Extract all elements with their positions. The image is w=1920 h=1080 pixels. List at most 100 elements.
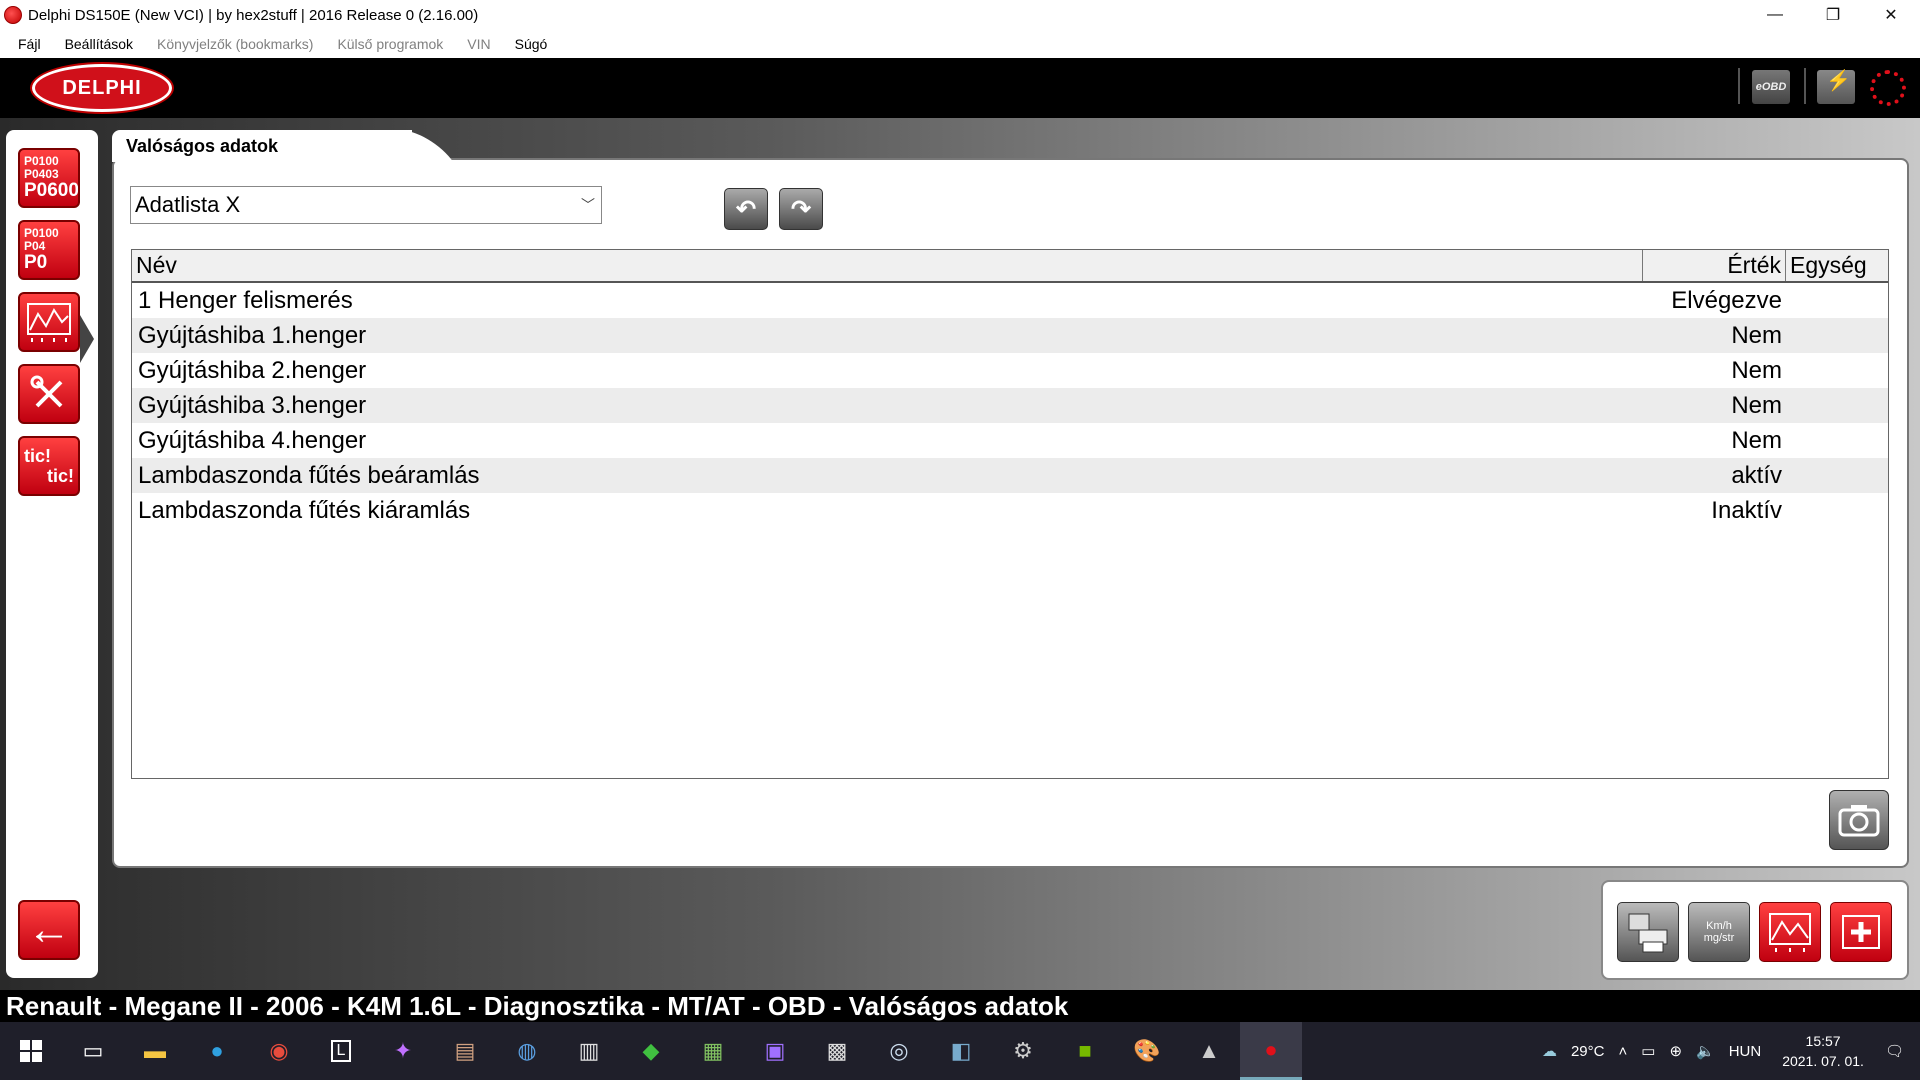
live-data-button[interactable] [18, 292, 80, 352]
back-button[interactable]: ← [18, 900, 80, 960]
tictic-button[interactable]: tic! tic! [18, 436, 80, 496]
notification-icon[interactable]: 🗨 [1885, 1042, 1904, 1060]
app-grid-icon[interactable]: ▩ [806, 1022, 868, 1080]
task-view-icon[interactable]: ▭ [62, 1022, 124, 1080]
maximize-button[interactable]: ❐ [1804, 0, 1862, 30]
dtc-read-button[interactable]: P0100 P0403 P0600 [18, 148, 80, 208]
units-button[interactable]: Km/h mg/str [1688, 902, 1750, 962]
paint-icon[interactable]: 🎨 [1116, 1022, 1178, 1080]
header-separator [1804, 68, 1806, 104]
cell-name: Gyújtáshiba 3.henger [138, 391, 367, 419]
printer-icon [1628, 913, 1668, 953]
weather-temp[interactable]: 29°C [1571, 1043, 1605, 1060]
menu-bookmarks[interactable]: Könyvjelzők (bookmarks) [157, 36, 313, 52]
weather-icon[interactable]: ☁ [1542, 1042, 1557, 1060]
column-header-unit[interactable]: Egység [1786, 250, 1888, 281]
clock-time: 15:57 [1805, 1033, 1841, 1049]
menu-help[interactable]: Súgó [515, 36, 548, 52]
menu-bar: Fájl Beállítások Könyvjelzők (bookmarks)… [0, 30, 1920, 58]
app-board-icon[interactable]: ▦ [682, 1022, 744, 1080]
edge-browser-icon[interactable]: ● [186, 1022, 248, 1080]
window-title: Delphi DS150E (New VCI) | by hex2stuff |… [28, 6, 479, 24]
table-row[interactable]: Gyújtáshiba 2.henger Nem [132, 353, 1888, 388]
menu-file[interactable]: Fájl [18, 36, 41, 52]
minimize-button[interactable]: — [1746, 0, 1804, 30]
app-document-icon[interactable]: ▤ [434, 1022, 496, 1080]
tab-live-data[interactable]: Valóságos adatok [112, 130, 412, 162]
cell-value: Nem [1731, 426, 1782, 454]
app-colorful-icon[interactable]: ✦ [372, 1022, 434, 1080]
cell-name: Lambdaszonda fűtés kiáramlás [138, 496, 471, 524]
delphi-logo: DELPHI [32, 64, 172, 112]
app-blue-icon[interactable]: ◧ [930, 1022, 992, 1080]
close-button[interactable]: ✕ [1862, 0, 1920, 30]
tictic-icon: tic! tic! [20, 446, 78, 486]
header-separator [1738, 68, 1740, 104]
live-data-gauge-icon [27, 303, 71, 342]
table-row[interactable]: Lambdaszonda fűtés kiáramlás Inaktív [132, 493, 1888, 528]
wrench-screwdriver-icon [30, 375, 63, 408]
data-list-select[interactable]: Adatlista X ﹀ [130, 186, 602, 224]
menu-external-programs[interactable]: Külső programok [337, 36, 443, 52]
qbittorrent-icon[interactable]: ◍ [496, 1022, 558, 1080]
table-row[interactable]: Gyújtáshiba 4.henger Nem [132, 423, 1888, 458]
windows-taskbar: ▭ ▬ ● ◉ L ✦ ▤ ◍ ▥ ◆ ▦ ▣ ▩ ◎ ◧ ⚙ ■ 🎨 ▲ ● … [0, 1022, 1920, 1080]
left-sidebar: P0100 P0403 P0600 P0100 P04 P0 tic! tic!… [6, 130, 98, 978]
units-icon: Km/h mg/str [1703, 920, 1735, 944]
battery-tray-icon[interactable]: ▭ [1641, 1042, 1655, 1060]
menu-vin[interactable]: VIN [467, 36, 490, 52]
status-bar: Renault - Megane II - 2006 - K4M 1.6L - … [0, 990, 1920, 1022]
print-save-button[interactable] [1617, 902, 1679, 962]
chevron-up-icon[interactable]: ˄ [1618, 1043, 1627, 1060]
eobd-icon[interactable]: eOBD [1752, 70, 1790, 104]
chrome-browser-icon[interactable]: ◉ [248, 1022, 310, 1080]
charging-bolt-icon: ⚡ [1826, 70, 1851, 92]
app-robot-icon[interactable]: ⚙ [992, 1022, 1054, 1080]
clock[interactable]: 15:57 2021. 07. 01. [1782, 1031, 1864, 1071]
cell-name: Gyújtáshiba 2.henger [138, 356, 367, 384]
start-icon[interactable] [0, 1022, 62, 1080]
system-tray: ☁ 29°C ˄ ▭ ⊕ 🔈 HUN 15:57 2021. 07. 01. 🗨 [1535, 1022, 1920, 1080]
dtc-codes-icon: P0100 P0403 P0600 [20, 155, 78, 201]
dtc-clear-button[interactable]: P0100 P04 P0 [18, 220, 80, 280]
cell-value: Nem [1731, 391, 1782, 419]
cell-value: Inaktív [1711, 496, 1782, 524]
table-row[interactable]: Gyújtáshiba 1.henger Nem [132, 318, 1888, 353]
cell-name: 1 Henger felismerés [138, 286, 353, 314]
snapshot-button[interactable] [1829, 790, 1889, 850]
dtc-code-label: P0 [24, 252, 48, 273]
app-green-icon[interactable]: ◆ [620, 1022, 682, 1080]
cell-value: Nem [1731, 356, 1782, 384]
speaker-icon[interactable]: 🔈 [1696, 1042, 1715, 1060]
steam-icon[interactable]: ◎ [868, 1022, 930, 1080]
globe-icon[interactable]: ⊕ [1669, 1042, 1682, 1060]
app-l-icon[interactable]: L [310, 1022, 372, 1080]
column-header-value[interactable]: Érték [1643, 250, 1786, 281]
delphi-taskbar-icon[interactable]: ● [1240, 1022, 1302, 1080]
column-header-name[interactable]: Név [132, 250, 1643, 281]
camera-icon [1838, 805, 1880, 837]
title-bar: Delphi DS150E (New VCI) | by hex2stuff |… [0, 0, 1920, 30]
vehicle-status-text: Renault - Megane II - 2006 - K4M 1.6L - … [6, 990, 1069, 1021]
live-data-table: Név Érték Egység 1 Henger felismerés Elv… [131, 249, 1889, 779]
table-row[interactable]: 1 Henger felismerés Elvégezve [132, 283, 1888, 318]
window-controls: — ❐ ✕ [1746, 0, 1920, 30]
app-car-icon[interactable]: ▲ [1178, 1022, 1240, 1080]
tools-button[interactable] [18, 364, 80, 424]
language-indicator[interactable]: HUN [1729, 1043, 1762, 1060]
table-row[interactable]: Lambdaszonda fűtés beáramlás aktív [132, 458, 1888, 493]
menu-settings[interactable]: Beállítások [65, 36, 133, 52]
add-parameter-button[interactable] [1830, 902, 1892, 962]
graph-button[interactable] [1759, 902, 1821, 962]
cell-name: Gyújtáshiba 4.henger [138, 426, 367, 454]
table-row[interactable]: Gyújtáshiba 3.henger Nem [132, 388, 1888, 423]
nav-back-button[interactable]: ↶ [724, 188, 768, 230]
app-stripes-icon[interactable]: ▥ [558, 1022, 620, 1080]
table-body: 1 Henger felismerés Elvégezve Gyújtáshib… [132, 283, 1888, 528]
nvidia-icon[interactable]: ■ [1054, 1022, 1116, 1080]
cpu-app-icon[interactable]: ▣ [744, 1022, 806, 1080]
file-explorer-icon[interactable]: ▬ [124, 1022, 186, 1080]
app-header: DELPHI eOBD ⚡ [0, 58, 1920, 118]
undo-arrow-icon: ↶ [735, 195, 757, 223]
nav-forward-button[interactable]: ↷ [779, 188, 823, 230]
